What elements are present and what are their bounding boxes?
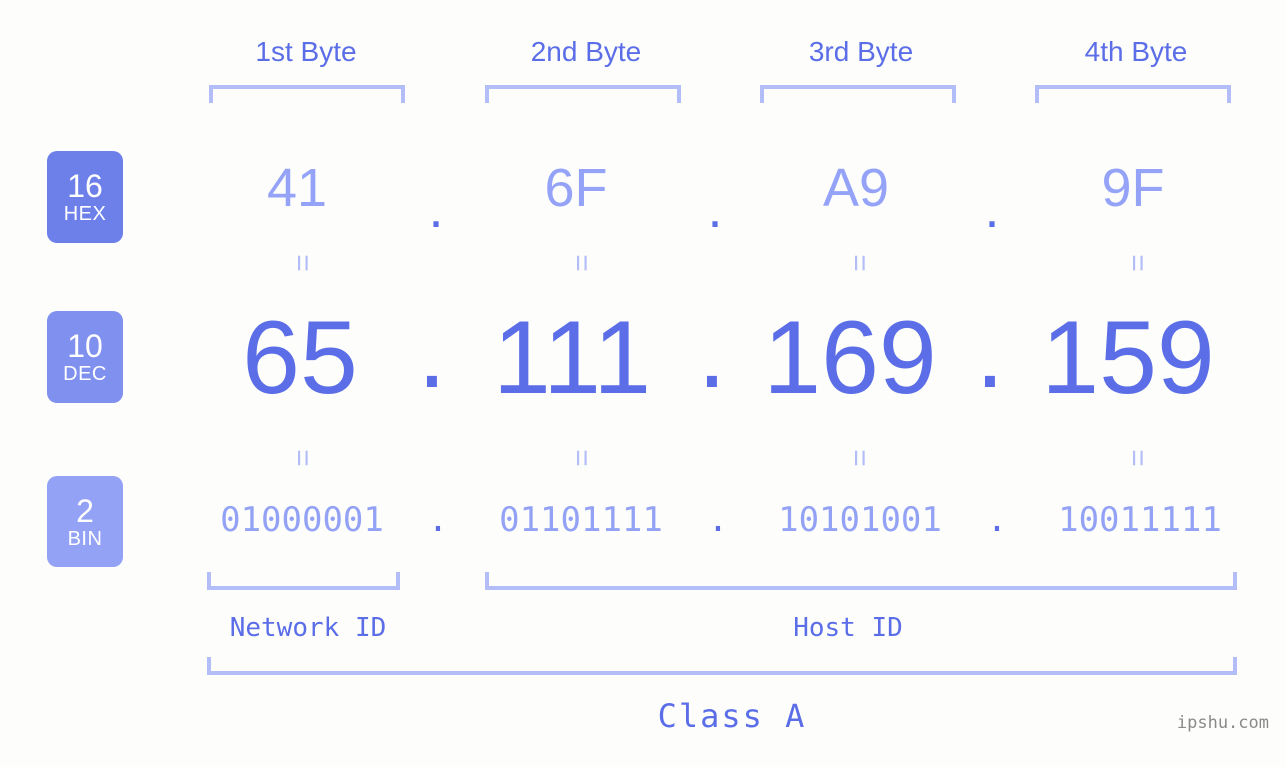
- dec-byte-2: 111: [492, 300, 652, 416]
- ip-address-breakdown-diagram: 1st Byte 2nd Byte 3rd Byte 4th Byte 16 H…: [0, 0, 1285, 767]
- base-badge-hex-number: 16: [67, 168, 103, 204]
- class-bracket: [207, 657, 1237, 675]
- dec-separator-3: .: [975, 294, 1005, 410]
- byte-bracket-2: [485, 85, 681, 103]
- network-id-bracket: [207, 572, 400, 590]
- network-id-label: Network ID: [229, 613, 387, 643]
- base-badge-hex: 16 HEX: [47, 151, 123, 243]
- ip-class-label: Class A: [657, 697, 807, 735]
- hex-byte-4: 9F: [1101, 158, 1165, 218]
- equals-dec-bin-2: =: [565, 449, 598, 467]
- byte-header-1: 1st Byte: [255, 36, 357, 67]
- byte-bracket-4: [1035, 85, 1231, 103]
- bin-byte-4: 10011111: [1058, 500, 1222, 540]
- equals-hex-dec-1: =: [286, 254, 319, 272]
- equals-dec-bin-1: =: [286, 449, 319, 467]
- hex-separator-1: .: [428, 179, 444, 239]
- hex-byte-3: A9: [822, 158, 890, 218]
- bin-separator-3: .: [986, 500, 1008, 540]
- byte-header-3: 3rd Byte: [808, 36, 914, 67]
- base-badge-bin-number: 2: [76, 492, 94, 529]
- hex-separator-3: .: [984, 179, 1000, 239]
- equals-hex-dec-4: =: [1121, 254, 1154, 272]
- site-watermark: ipshu.com: [1176, 713, 1269, 733]
- base-badge-hex-name: HEX: [63, 203, 107, 225]
- byte-header-4: 4th Byte: [1084, 36, 1188, 67]
- base-badge-bin-name: BIN: [67, 527, 103, 550]
- dec-separator-2: .: [697, 294, 727, 410]
- byte-bracket-1: [209, 85, 405, 103]
- hex-separator-2: .: [707, 179, 723, 239]
- base-badge-dec-number: 10: [67, 328, 103, 364]
- equals-hex-dec-2: =: [565, 254, 598, 272]
- base-badge-dec-name: DEC: [63, 363, 107, 385]
- byte-bracket-3: [760, 85, 956, 103]
- dec-byte-4: 159: [1041, 300, 1215, 416]
- base-badge-bin: 2 BIN: [47, 476, 123, 567]
- equals-hex-dec-3: =: [843, 254, 876, 272]
- dec-separator-1: .: [417, 294, 447, 410]
- bin-separator-2: .: [707, 500, 729, 540]
- equals-dec-bin-4: =: [1121, 449, 1154, 467]
- bin-byte-1: 01000001: [220, 500, 384, 540]
- equals-dec-bin-3: =: [843, 449, 876, 467]
- dec-byte-3: 169: [763, 300, 937, 416]
- byte-header-2: 2nd Byte: [530, 36, 642, 67]
- hex-byte-2: 6F: [544, 158, 608, 218]
- host-id-bracket: [485, 572, 1237, 590]
- bin-byte-2: 01101111: [499, 500, 663, 540]
- host-id-label: Host ID: [793, 613, 903, 643]
- bin-byte-3: 10101001: [778, 500, 942, 540]
- base-badge-dec: 10 DEC: [47, 311, 123, 403]
- bin-separator-1: .: [427, 500, 449, 540]
- dec-byte-1: 65: [242, 300, 358, 416]
- hex-byte-1: 41: [266, 158, 328, 218]
